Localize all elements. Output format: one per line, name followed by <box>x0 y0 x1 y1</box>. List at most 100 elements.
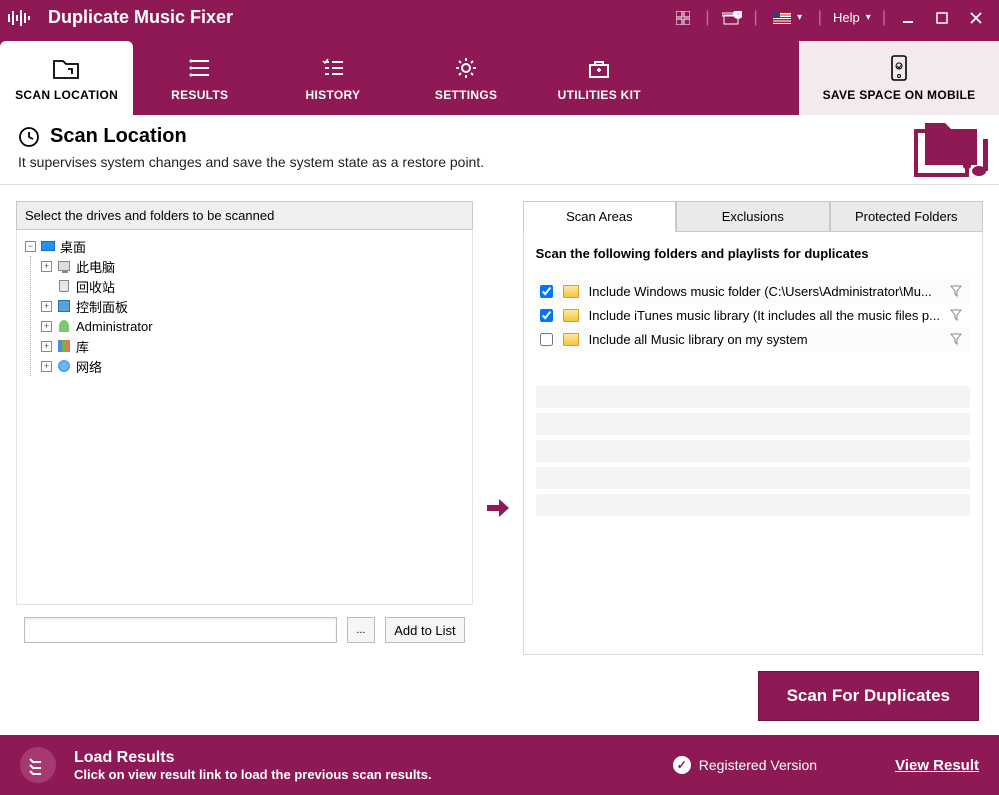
tab-utilities[interactable]: UTILITIES KIT <box>533 41 666 115</box>
cp-icon <box>58 300 70 312</box>
footer-title: Load Results <box>74 749 432 767</box>
empty-slot <box>536 413 970 435</box>
tab-label: RESULTS <box>171 88 228 102</box>
right-panel: Scan Areas Exclusions Protected Folders … <box>523 201 983 655</box>
settings-icon <box>454 54 478 82</box>
scan-areas-header: Scan the following folders and playlists… <box>536 246 970 261</box>
tab-history[interactable]: HISTORY <box>266 41 399 115</box>
header-graphic-icon <box>911 119 991 183</box>
filter-icon[interactable] <box>950 285 966 297</box>
desktop-icon <box>41 241 55 251</box>
scan-area-label: Include Windows music folder (C:\Users\A… <box>589 284 940 299</box>
empty-slot <box>536 494 970 516</box>
utilities-icon <box>586 54 612 82</box>
titlebar: Duplicate Music Fixer | - | ▾ | Help ▾ | <box>0 0 999 35</box>
tree-expand-icon[interactable]: + <box>41 301 52 312</box>
page-subtitle: It supervises system changes and save th… <box>18 154 981 170</box>
language-selector[interactable]: ▾ <box>765 4 811 32</box>
add-to-list-button[interactable]: Add to List <box>385 617 465 643</box>
tree-label: 控制面板 <box>76 297 128 316</box>
tab-label: HISTORY <box>306 88 361 102</box>
browse-button[interactable]: ... <box>347 617 375 643</box>
main-area: Select the drives and folders to be scan… <box>0 185 999 671</box>
include-checkbox[interactable] <box>540 333 553 346</box>
scan-for-duplicates-button[interactable]: Scan For Duplicates <box>758 671 979 721</box>
tab-results[interactable]: RESULTS <box>133 41 266 115</box>
minimize-button[interactable] <box>893 4 923 32</box>
results-icon <box>188 54 212 82</box>
empty-slot <box>536 386 970 408</box>
tree-label: Administrator <box>76 319 153 334</box>
include-checkbox[interactable] <box>540 309 553 322</box>
folder-tree[interactable]: − 桌面 +此电脑回收站+控制面板+Administrator+库+网络 <box>16 230 473 605</box>
tab-exclusions[interactable]: Exclusions <box>676 201 829 232</box>
lib-icon <box>58 340 70 352</box>
tab-scan-areas[interactable]: Scan Areas <box>523 201 676 232</box>
view-result-link[interactable]: View Result <box>895 757 979 774</box>
empty-slot <box>536 440 970 462</box>
mobile-icon <box>890 54 908 82</box>
main-tabs: SCAN LOCATION RESULTS HISTORY SETTINGS U… <box>0 35 999 115</box>
scan-area-row: Include Windows music folder (C:\Users\A… <box>536 279 970 303</box>
tab-label: SAVE SPACE ON MOBILE <box>823 88 976 102</box>
gift-icon[interactable]: - <box>717 4 747 32</box>
left-panel-title: Select the drives and folders to be scan… <box>16 201 473 230</box>
tree-node[interactable]: + 控制面板 <box>31 296 468 316</box>
page-title: Scan Location <box>50 125 187 148</box>
tab-label: SCAN LOCATION <box>15 88 118 102</box>
tree-label: 回收站 <box>76 277 115 296</box>
folder-scan-icon <box>52 54 82 82</box>
folder-icon <box>563 309 579 322</box>
net-icon <box>58 360 70 372</box>
empty-slot <box>536 467 970 489</box>
tree-collapse-icon[interactable]: − <box>25 241 36 252</box>
app-logo: Duplicate Music Fixer <box>8 7 233 28</box>
filter-icon[interactable] <box>950 333 966 345</box>
recycle-icon <box>59 280 69 292</box>
filter-icon[interactable] <box>950 309 966 321</box>
scan-area-label: Include iTunes music library (It include… <box>589 308 940 323</box>
footer-subtitle: Click on view result link to load the pr… <box>74 767 432 782</box>
svg-text:-: - <box>737 12 739 18</box>
clock-icon <box>18 126 40 148</box>
footer: Load Results Click on view result link t… <box>0 735 999 795</box>
app-title: Duplicate Music Fixer <box>48 7 233 28</box>
registered-status: ✓ Registered Version <box>673 756 817 774</box>
user-icon <box>59 320 69 332</box>
scan-area-label: Include all Music library on my system <box>589 332 940 347</box>
tree-node-root[interactable]: − 桌面 <box>21 236 468 256</box>
grid-icon[interactable] <box>668 4 698 32</box>
maximize-button[interactable] <box>927 4 957 32</box>
check-badge-icon: ✓ <box>673 756 691 774</box>
tree-node[interactable]: + Administrator <box>31 316 468 336</box>
folder-icon <box>563 333 579 346</box>
tree-expand-icon[interactable]: + <box>41 361 52 372</box>
tree-node[interactable]: +此电脑 <box>31 256 468 276</box>
left-panel: Select the drives and folders to be scan… <box>16 201 473 655</box>
tree-node[interactable]: +库 <box>31 336 468 356</box>
tab-settings[interactable]: SETTINGS <box>400 41 533 115</box>
include-checkbox[interactable] <box>540 285 553 298</box>
registered-label: Registered Version <box>699 757 817 773</box>
close-button[interactable] <box>961 4 991 32</box>
logo-icon <box>8 9 30 27</box>
path-input[interactable] <box>24 617 337 643</box>
pc-icon <box>58 261 70 271</box>
scan-area-row: Include iTunes music library (It include… <box>536 303 970 327</box>
page-header: Scan Location It supervises system chang… <box>0 115 999 185</box>
tree-expand-icon[interactable]: + <box>41 261 52 272</box>
help-menu[interactable]: Help ▾ <box>829 4 875 32</box>
tree-expand-icon[interactable]: + <box>41 341 52 352</box>
tab-label: UTILITIES KIT <box>558 88 641 102</box>
tree-expand-icon[interactable]: + <box>41 321 52 332</box>
tree-node[interactable]: + 网络 <box>31 356 468 376</box>
folder-icon <box>563 285 579 298</box>
tab-scan-location[interactable]: SCAN LOCATION <box>0 41 133 115</box>
history-icon <box>321 54 345 82</box>
tree-node[interactable]: 回收站 <box>31 276 468 296</box>
arrow-right-icon <box>485 497 511 519</box>
tree-label: 库 <box>76 337 89 356</box>
tab-protected-folders[interactable]: Protected Folders <box>830 201 983 232</box>
tab-save-space-mobile[interactable]: SAVE SPACE ON MOBILE <box>799 41 999 115</box>
tree-label: 网络 <box>76 357 102 376</box>
